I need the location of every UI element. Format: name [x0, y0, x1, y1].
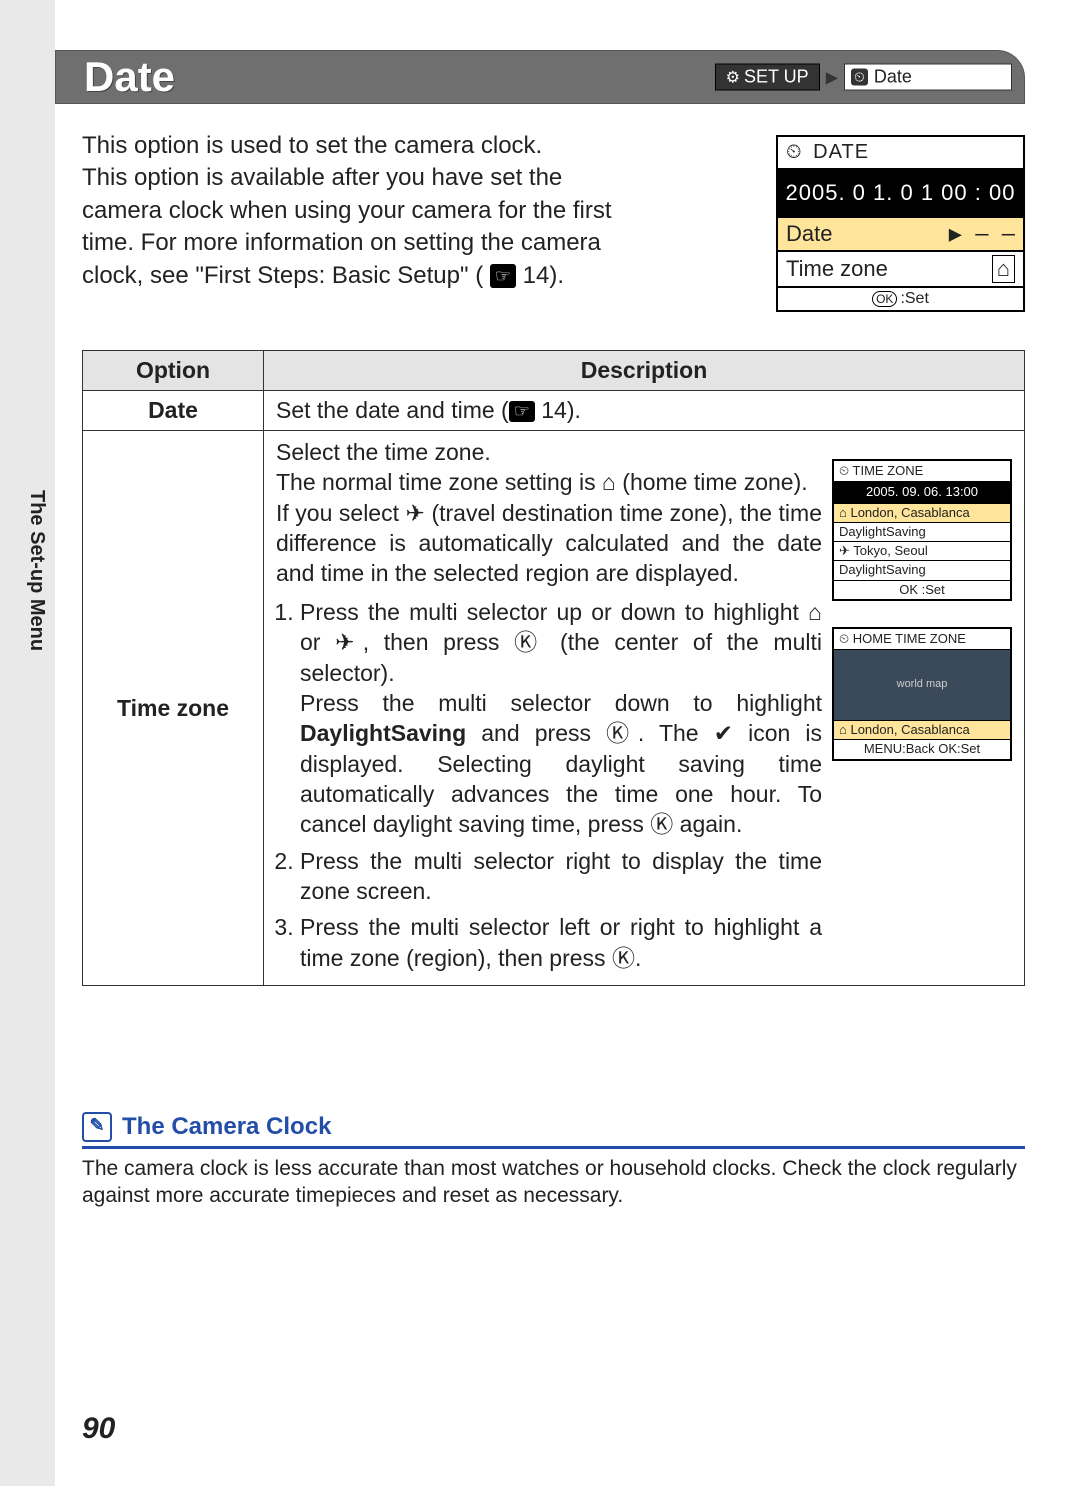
th-option: Option — [83, 351, 264, 390]
tz-steps: Press the multi selector up or down to h… — [276, 597, 822, 973]
breadcrumb: ⚙ SET UP ▶ ⏲ Date — [715, 64, 1012, 91]
setup-icon: ⚙ — [726, 67, 740, 87]
breadcrumb-setup-label: SET UP — [744, 67, 809, 88]
check-icon: ✔ — [714, 720, 733, 746]
home-icon: ⌂ — [808, 599, 822, 625]
table-header: Option Description — [83, 351, 1024, 390]
side-section-label: The Set-up Menu — [18, 490, 48, 651]
home-icon: ⌂ — [992, 255, 1015, 283]
tz-step-1: Press the multi selector up or down to h… — [300, 597, 822, 840]
intro-line-2b: ). — [549, 262, 564, 289]
mini-hometz-screen: ⏲ HOME TIME ZONE world map ⌂ London, Cas… — [832, 627, 1012, 761]
sample-row-tz: Time zone ⌂ — [778, 250, 1023, 286]
section-header: Date ⚙ SET UP ▶ ⏲ Date — [55, 50, 1025, 104]
note-title: The Camera Clock — [122, 1113, 331, 1141]
tz-text-block: Select the time zone. The normal time zo… — [276, 437, 832, 979]
row-date-desc: Set the date and time (☞ 14). — [264, 391, 1024, 430]
sample-footer: OK:Set — [778, 286, 1023, 310]
note-camera-clock: ✎ The Camera Clock The camera clock is l… — [82, 1112, 1025, 1210]
ok-icon: OK — [872, 291, 897, 307]
plane-icon: ✈ — [335, 629, 363, 655]
table-row-date: Date Set the date and time (☞ 14). — [83, 390, 1024, 430]
reference-icon: ☞ — [509, 401, 535, 422]
note-body: The camera clock is less accurate than m… — [82, 1149, 1025, 1210]
clock-icon: ⏲ — [851, 69, 868, 86]
page-number: 90 — [82, 1412, 115, 1446]
reference-icon: ☞ — [490, 264, 516, 288]
th-description: Description — [264, 351, 1024, 390]
breadcrumb-setup: ⚙ SET UP — [715, 64, 820, 91]
tz-mini-screens: ⏲ TIME ZONE 2005. 09. 06. 13:00 ⌂ London… — [832, 437, 1012, 979]
intro-text: This option is used to set the camera cl… — [82, 130, 622, 292]
clock-icon: ⏲ — [786, 141, 803, 163]
sample-row-tz-label: Time zone — [786, 256, 888, 282]
breadcrumb-date: ⏲ Date — [844, 64, 1012, 91]
sample-row-date-label: Date — [786, 221, 832, 247]
row-tz-label: Time zone — [83, 431, 264, 985]
row-tz-desc: Select the time zone. The normal time zo… — [264, 431, 1024, 985]
breadcrumb-date-label: Date — [874, 67, 912, 88]
sample-row-date: Date ▶ – – — [778, 216, 1023, 250]
page-gutter — [0, 0, 55, 1486]
world-map-icon: world map — [834, 650, 1010, 720]
pencil-icon: ✎ — [82, 1112, 112, 1142]
ok-icon: Ⓚ — [612, 945, 635, 971]
row-date-label: Date — [83, 391, 264, 430]
tz-step-3: Press the multi selector left or right t… — [300, 912, 822, 973]
intro-ref: 14 — [523, 262, 550, 289]
sample-title: DATE — [813, 141, 869, 163]
note-header: ✎ The Camera Clock — [82, 1112, 1025, 1149]
sample-row-date-value: ▶ – – — [949, 222, 1015, 247]
table-row-timezone: Time zone Select the time zone. The norm… — [83, 430, 1024, 985]
tz-step-2: Press the multi selector right to displa… — [300, 846, 822, 907]
home-icon: ⌂ — [602, 469, 616, 495]
ok-icon: Ⓚ — [514, 629, 545, 655]
intro-line-1: This option is used to set the camera cl… — [82, 130, 622, 162]
ok-icon: Ⓚ — [606, 720, 638, 746]
sample-header: ⏲ DATE — [778, 137, 1023, 170]
ok-icon: Ⓚ — [650, 811, 673, 837]
date-menu-sample: ⏲ DATE 2005. 0 1. 0 1 00 : 00 Date ▶ – –… — [776, 135, 1025, 312]
mini-timezone-screen: ⏲ TIME ZONE 2005. 09. 06. 13:00 ⌂ London… — [832, 459, 1012, 601]
section-title: Date — [84, 53, 175, 101]
sample-footer-set: :Set — [900, 290, 928, 307]
breadcrumb-arrow-icon: ▶ — [826, 67, 838, 87]
options-table: Option Description Date Set the date and… — [82, 350, 1025, 986]
manual-page: Date ⚙ SET UP ▶ ⏲ Date This option is us… — [0, 0, 1080, 1486]
sample-datetime: 2005. 0 1. 0 1 00 : 00 — [778, 170, 1023, 216]
plane-icon: ✈ — [406, 500, 425, 526]
